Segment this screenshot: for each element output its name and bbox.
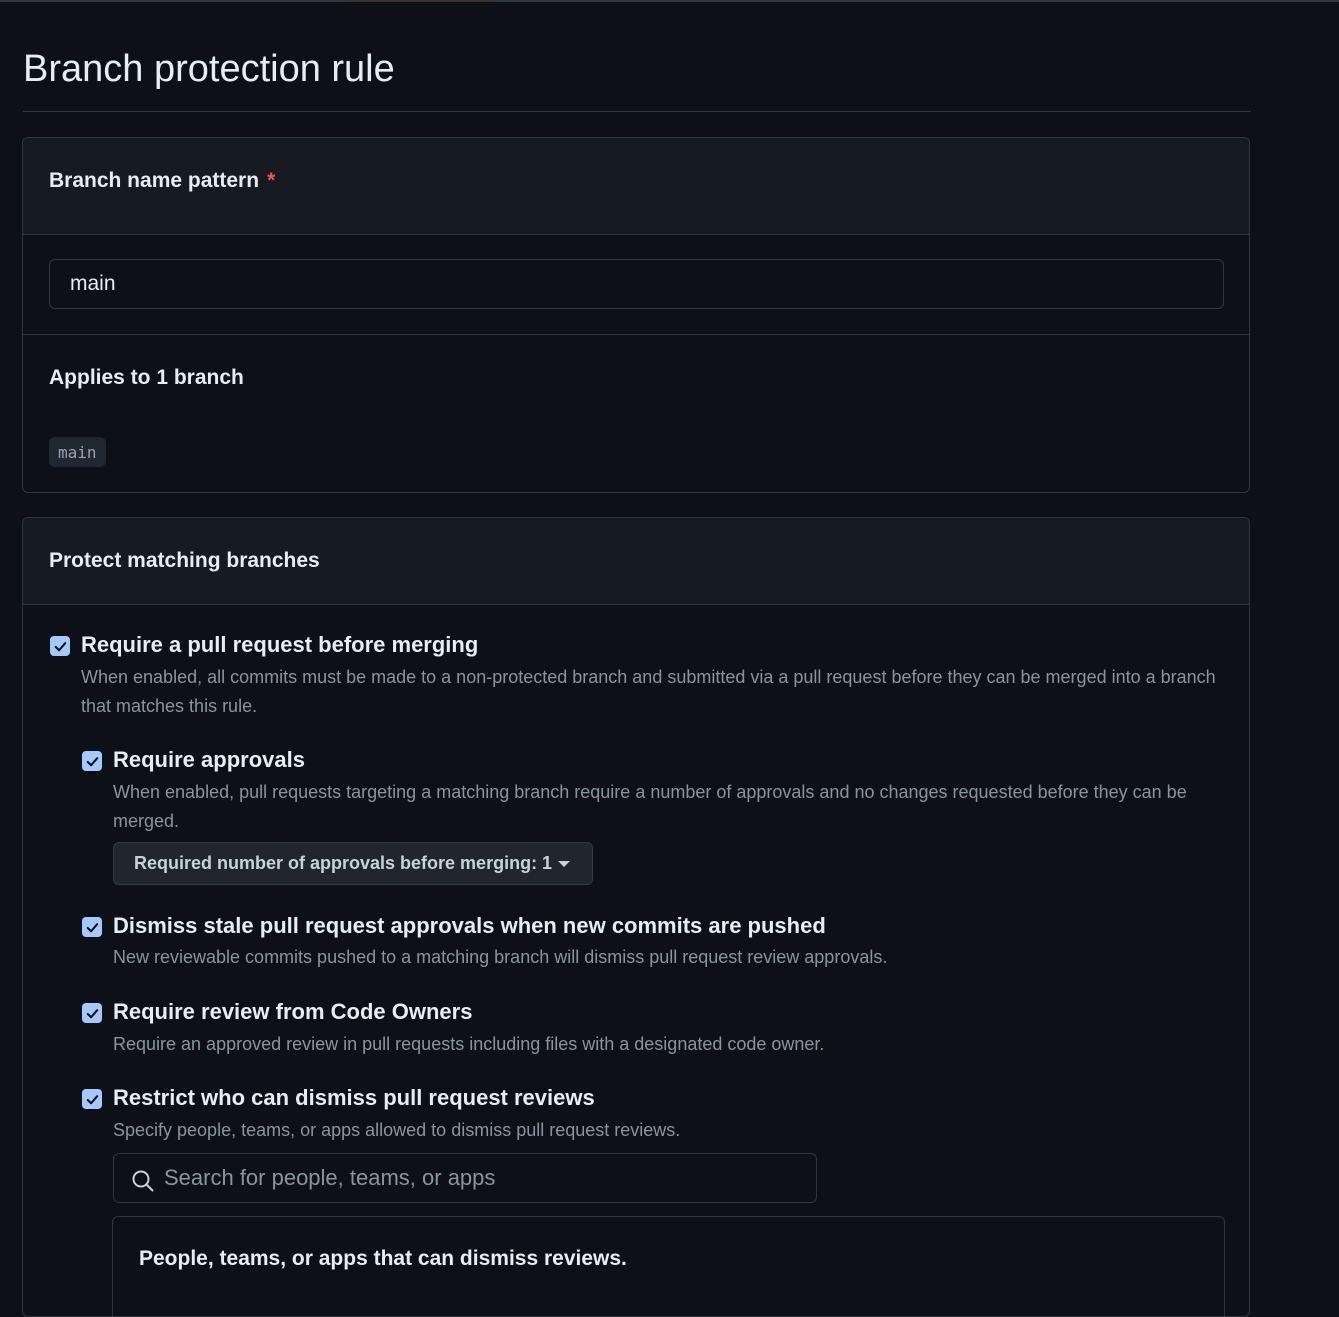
branch-name-header: Branch name pattern * [23, 138, 1249, 235]
checkmark-icon [86, 756, 98, 766]
branch-name-panel: Branch name pattern * Applies to 1 branch… [22, 137, 1250, 493]
require-approvals-checkbox[interactable] [82, 751, 102, 771]
dismiss-actors-search [113, 1153, 817, 1203]
require-pr-description: When enabled, all commits must be made t… [81, 667, 1216, 716]
matching-branch-tag: main [49, 437, 106, 467]
dismiss-actors-search-input[interactable] [164, 1154, 804, 1202]
checkmark-icon [54, 641, 66, 651]
dismiss-actors-heading: People, teams, or apps that can dismiss … [139, 1247, 627, 1270]
protect-header: Protect matching branches [23, 518, 1249, 605]
applies-to-heading: Applies to 1 branch [49, 366, 244, 389]
dismiss-stale-checkbox[interactable] [82, 917, 102, 937]
require-approvals-description: When enabled, pull requests targeting a … [113, 782, 1187, 831]
checkmark-icon [86, 1094, 98, 1104]
branch-name-heading: Branch name pattern * [49, 169, 275, 193]
checkmark-icon [86, 1008, 98, 1018]
page-title: Branch protection rule [23, 48, 395, 90]
active-tab-indicator [349, 0, 494, 2]
dismiss-stale-label[interactable]: Dismiss stale pull request approvals whe… [113, 913, 826, 939]
restrict-dismiss-label[interactable]: Restrict who can dismiss pull request re… [113, 1085, 595, 1111]
branch-name-label: Branch name pattern [49, 169, 260, 192]
branch-name-pattern-input[interactable] [49, 259, 1224, 309]
approvals-count-label: Required number of approvals before merg… [134, 853, 553, 873]
protect-heading: Protect matching branches [49, 549, 320, 572]
restrict-dismiss-description: Specify people, teams, or apps allowed t… [113, 1120, 681, 1140]
approvals-count-dropdown[interactable]: Required number of approvals before merg… [113, 842, 593, 885]
dismiss-actors-list: People, teams, or apps that can dismiss … [112, 1216, 1225, 1316]
code-owners-checkbox[interactable] [82, 1003, 102, 1023]
caret-down-icon [558, 860, 571, 867]
dismiss-stale-description: New reviewable commits pushed to a match… [113, 947, 888, 967]
checkmark-icon [86, 922, 98, 932]
search-icon [132, 1170, 154, 1192]
require-approvals-label[interactable]: Require approvals [113, 747, 305, 773]
protect-branches-panel: Protect matching branches Require a pull… [22, 517, 1250, 1317]
restrict-dismiss-checkbox[interactable] [82, 1089, 102, 1109]
required-marker: * [267, 169, 276, 192]
require-pr-label[interactable]: Require a pull request before merging [81, 632, 478, 658]
require-pr-checkbox[interactable] [50, 636, 70, 656]
top-border [0, 0, 1339, 2]
section-divider [23, 334, 1249, 335]
title-divider [23, 111, 1251, 112]
code-owners-label[interactable]: Require review from Code Owners [113, 999, 472, 1025]
code-owners-description: Require an approved review in pull reque… [113, 1034, 825, 1054]
